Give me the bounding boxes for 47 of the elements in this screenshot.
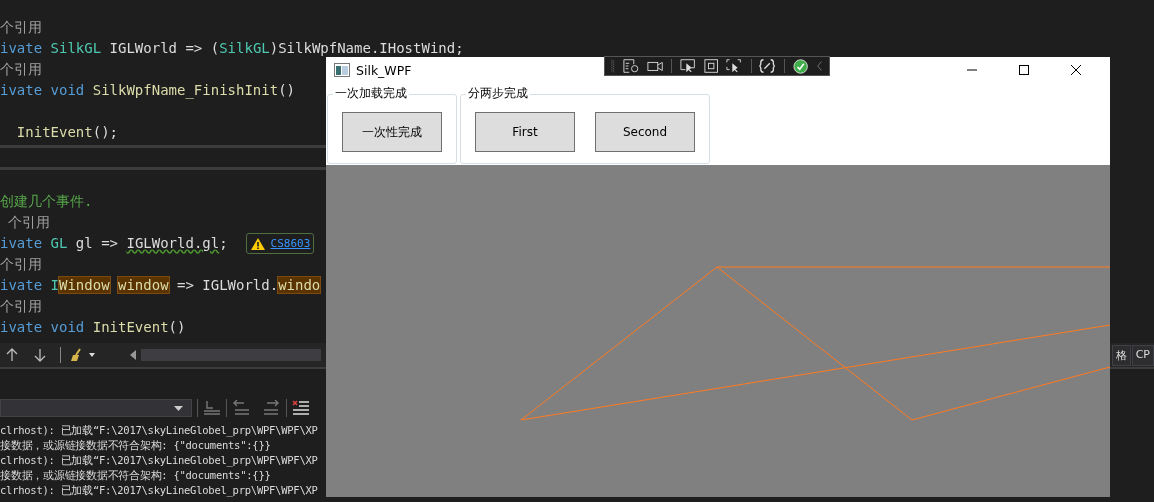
- warning-icon: [249, 236, 266, 251]
- grip-icon: [611, 58, 615, 74]
- window-title: Silk_WPF: [356, 62, 412, 78]
- panel-tab[interactable]: 格: [1111, 344, 1131, 366]
- select-element-icon[interactable]: [679, 58, 696, 74]
- output-line: clrhost): 已加载“F:\2017\skyLineGlobel_prp\WPF\WPF\XP: [0, 423, 318, 438]
- group-label: 一次加载完成: [333, 86, 409, 101]
- code-line: 个引用: [0, 255, 42, 274]
- action-button[interactable]: First: [475, 112, 575, 152]
- warning-badge[interactable]: CS8603: [245, 233, 315, 254]
- hot-reload-icon[interactable]: [759, 58, 776, 74]
- output-line: 接数据，或源链接数据不符合架构: {"documents":{}}: [0, 438, 271, 453]
- code-line: ivate void SilkWpfName_FinishInit(): [0, 81, 295, 101]
- square-icon[interactable]: [704, 58, 719, 74]
- scrollbar[interactable]: [141, 349, 321, 361]
- code-line: 个引用: [0, 60, 42, 79]
- group-label: 分两步完成: [466, 86, 530, 101]
- caret-icon: [174, 405, 183, 411]
- code-line: 个引用: [7, 213, 51, 232]
- panel-tab[interactable]: CP: [1131, 344, 1154, 366]
- camera-icon[interactable]: [646, 59, 663, 73]
- code-line: ivate IWindow window => IGLWorld.windo: [0, 276, 321, 295]
- code-line: 创建几个事件.: [0, 192, 93, 211]
- align-icon[interactable]: [203, 400, 221, 416]
- frame-cursor-icon[interactable]: [726, 58, 743, 74]
- check-circle-icon[interactable]: [792, 57, 808, 75]
- previous-icon[interactable]: [232, 400, 250, 416]
- app-icon: [334, 63, 350, 77]
- maximize-icon[interactable]: [1018, 64, 1030, 76]
- clear-all-icon[interactable]: [292, 400, 310, 416]
- next-icon[interactable]: [263, 400, 281, 416]
- close-icon[interactable]: [1070, 64, 1082, 76]
- code-line: 个引用: [0, 18, 42, 37]
- code-line: ivate void InitEvent(): [0, 318, 186, 337]
- action-button[interactable]: 一次性完成: [342, 112, 442, 152]
- code-line: ivate SilkGL IGLWorld => (SilkGL)SilkWpfName.IHostWind;: [0, 39, 464, 58]
- code-line: ivate GL gl => IGLWorld.gl;: [0, 234, 228, 253]
- output-line: clrhost): 已加载“F:\2017\skyLineGlobel_prp\WPF\WPF\XP: [0, 453, 318, 468]
- output-line: clrhost): 已加载“F:\2017\skyLineGlobel_prp\WPF\WPF\XP: [0, 483, 318, 498]
- up-arrow-icon[interactable]: [6, 348, 18, 362]
- down-arrow-icon[interactable]: [34, 348, 46, 362]
- scroll-left-icon[interactable]: [129, 350, 137, 360]
- code-line: 个引用: [0, 297, 42, 316]
- output-line: 接数据，或源链接数据不符合架构: {"documents":{}}: [0, 468, 271, 483]
- target-window-icon[interactable]: [622, 58, 639, 74]
- action-button[interactable]: Second: [595, 112, 695, 152]
- code-line: InitEvent();: [15, 123, 118, 142]
